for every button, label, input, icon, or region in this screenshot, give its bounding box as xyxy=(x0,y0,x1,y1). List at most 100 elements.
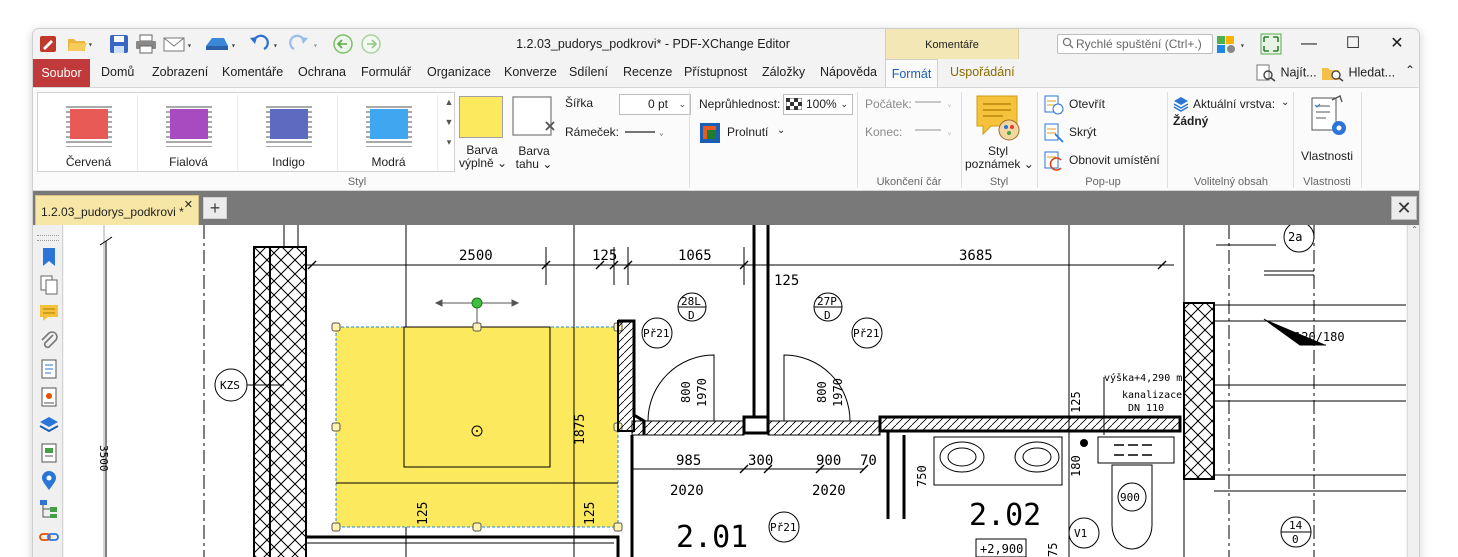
content-icon[interactable] xyxy=(39,443,59,463)
dim-2020-b: 2020 xyxy=(812,483,846,499)
opacity-label: Neprůhlednost: xyxy=(699,97,781,111)
width-value: 0 pt xyxy=(647,97,668,111)
group-popup-label: Pop-up xyxy=(1085,176,1121,188)
attachments-icon[interactable] xyxy=(39,331,59,351)
open-icon[interactable]: ▾ xyxy=(65,33,97,55)
new-tab-button[interactable]: + xyxy=(203,197,227,219)
comments-icon[interactable] xyxy=(39,303,59,323)
menu-protect[interactable]: Ochrana xyxy=(298,65,346,79)
popup-open-icon xyxy=(1044,95,1064,115)
destinations-icon[interactable] xyxy=(39,471,59,491)
thumbnails-icon[interactable] xyxy=(39,275,59,295)
find-label: Najít... xyxy=(1280,65,1317,80)
links-icon[interactable] xyxy=(39,527,59,547)
menu-help[interactable]: Nápověda xyxy=(820,65,877,79)
menu-comments[interactable]: Komentáře xyxy=(222,65,283,79)
menu-share[interactable]: Sdílení xyxy=(569,65,608,79)
layer-label: Aktuální vrstva: xyxy=(1193,97,1276,111)
maximize-button[interactable]: ☐ xyxy=(1333,33,1373,55)
door-tag-28l-d: D xyxy=(688,309,695,322)
bookmarks-icon[interactable] xyxy=(39,247,59,267)
tab-format[interactable]: Formát xyxy=(885,59,938,88)
collapse-ribbon-icon[interactable]: ⌃ xyxy=(1405,63,1415,77)
dim-985: 985 xyxy=(676,453,701,469)
chevron-down-icon: ⌄ xyxy=(777,125,786,136)
stroke-color-button[interactable]: Barva tahu ⌄ xyxy=(511,96,557,174)
note-height: výška+4,290 m xyxy=(1104,372,1182,384)
fullscreen-icon[interactable] xyxy=(1259,33,1283,55)
tab-arrange[interactable]: Uspořádání xyxy=(950,65,1015,79)
rotate-handle-icon[interactable] xyxy=(471,297,483,309)
find-icon xyxy=(1256,64,1276,82)
menu-accessibility[interactable]: Přístupnost xyxy=(684,65,747,79)
blend-button[interactable]: Prolnutí ⌄ xyxy=(699,122,789,144)
menu-review[interactable]: Recenze xyxy=(623,65,672,79)
pane-grip[interactable] xyxy=(37,235,59,241)
room-2-01: 2.01 xyxy=(676,520,748,555)
line-end-label: Konec: xyxy=(865,125,903,139)
close-document-button[interactable]: ✕ xyxy=(1391,196,1417,220)
tag-v1: V1 xyxy=(1074,527,1087,540)
document-info-icon[interactable] xyxy=(39,359,59,379)
menu-organize[interactable]: Organizace xyxy=(427,65,491,79)
structure-icon[interactable] xyxy=(39,499,59,519)
search-doc-button[interactable]: Hledat... xyxy=(1321,64,1395,82)
style-blue[interactable]: Modrá xyxy=(340,95,438,171)
document-tab-label: 1.2.03_pudorys_podkrovi * xyxy=(41,205,184,219)
note-style-label-2: poznámek xyxy=(965,157,1021,171)
fill-color-button[interactable]: Barva výplně ⌄ xyxy=(459,96,507,174)
layer-combo[interactable]: Aktuální vrstva: ⌄ Žádný xyxy=(1173,96,1291,136)
vertical-scrollbar[interactable]: ⌃ xyxy=(1407,225,1419,557)
email-icon[interactable]: ▾ xyxy=(161,33,197,55)
document-tab[interactable]: 1.2.03_pudorys_podkrovi * ✕ xyxy=(35,195,199,225)
menu-file[interactable]: Soubor xyxy=(33,59,90,87)
redo-icon[interactable]: ▾ xyxy=(287,33,323,55)
layers-panel-icon[interactable] xyxy=(39,415,59,435)
menu-view[interactable]: Zobrazení xyxy=(152,65,208,79)
find-button[interactable]: Najít... xyxy=(1255,64,1317,82)
back-icon[interactable] xyxy=(331,33,355,55)
menu-convert[interactable]: Konverze xyxy=(504,65,557,79)
minimize-button[interactable]: — xyxy=(1289,33,1329,55)
properties-button[interactable]: Vlastnosti xyxy=(1295,94,1359,170)
print-icon[interactable] xyxy=(133,33,159,55)
dim-1065: 1065 xyxy=(678,248,712,264)
border-style-button[interactable]: ⌄ xyxy=(623,124,669,140)
popup-hide-icon xyxy=(1044,123,1064,143)
group-style-label: Styl xyxy=(347,176,367,188)
room-2-02: 2.02 xyxy=(969,498,1041,533)
width-combo[interactable]: 0 pt ⌄ xyxy=(619,94,691,115)
signatures-icon[interactable] xyxy=(39,387,59,407)
save-icon[interactable] xyxy=(107,33,131,55)
dim-1875: 1875 xyxy=(573,414,588,445)
forward-icon[interactable] xyxy=(359,33,383,55)
menu-bookmarks[interactable]: Záložky xyxy=(762,65,805,79)
menu-home[interactable]: Domů xyxy=(101,65,134,79)
popup-open-button[interactable]: Otevřít xyxy=(1043,94,1163,116)
gallery-scroll[interactable]: ▲ ▼ ▾ xyxy=(442,97,456,169)
popup-reset-button[interactable]: Obnovit umístění xyxy=(1043,150,1173,172)
note-style-button[interactable]: Styl poznámek ⌄ xyxy=(965,92,1034,174)
menu-form[interactable]: Formulář xyxy=(361,65,411,79)
style-indigo[interactable]: Indigo xyxy=(240,95,338,171)
opacity-combo[interactable]: 100% ⌄ xyxy=(783,94,853,115)
close-tab-icon[interactable]: ✕ xyxy=(184,198,193,211)
dim-125-d: 125 xyxy=(583,502,598,525)
dim-2020-a: 2020 xyxy=(670,483,704,499)
dim-900: 900 xyxy=(816,453,841,469)
dim-300: 300 xyxy=(748,453,773,469)
svg-text:▾: ▾ xyxy=(1240,41,1245,50)
close-button[interactable]: ✕ xyxy=(1377,33,1417,55)
document-canvas[interactable]: 3500 2500 125 1065 3685 125 1875 125 125… xyxy=(64,225,1406,557)
popup-hide-button[interactable]: Skrýt xyxy=(1043,122,1163,144)
quick-launch-search[interactable]: Rychlé spuštění (Ctrl+.) xyxy=(1057,34,1213,54)
scan-icon[interactable]: ▾ xyxy=(203,33,241,55)
dim-125-e: 125 xyxy=(1069,391,1083,413)
side-panel xyxy=(33,225,63,557)
features-icon[interactable]: ▾ xyxy=(1215,33,1251,55)
style-purple[interactable]: Fialová xyxy=(140,95,238,171)
undo-icon[interactable]: ▾ xyxy=(247,33,283,55)
fill-color-swatch xyxy=(459,96,503,138)
style-red[interactable]: Červená xyxy=(40,95,138,171)
svg-text:▾: ▾ xyxy=(313,41,318,50)
